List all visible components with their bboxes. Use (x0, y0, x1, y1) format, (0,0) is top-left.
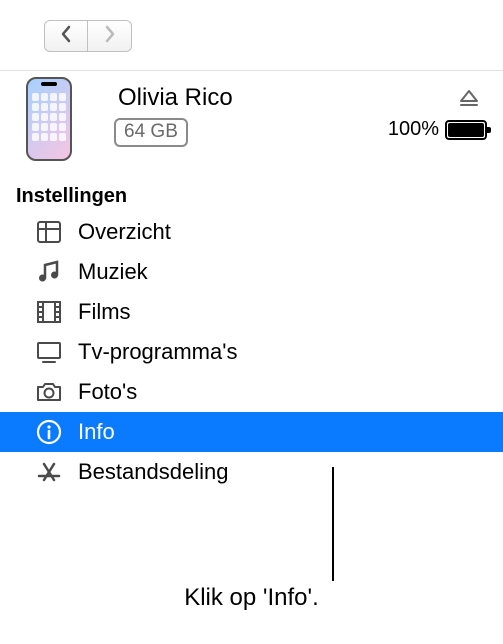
chevron-left-icon (60, 25, 72, 48)
music-icon (34, 257, 64, 287)
sidebar-item-films[interactable]: Films (0, 292, 503, 332)
appstore-icon (34, 457, 64, 487)
sidebar-item-photos[interactable]: Foto's (0, 372, 503, 412)
nav-forward-button[interactable] (88, 20, 132, 52)
sidebar-item-label: Muziek (78, 259, 148, 285)
chevron-right-icon (104, 25, 116, 48)
sidebar-item-overview[interactable]: Overzicht (0, 212, 503, 252)
nav-back-button[interactable] (44, 20, 88, 52)
battery-icon (445, 120, 487, 140)
callout-leader-line (332, 467, 334, 581)
sidebar-item-info[interactable]: Info (0, 412, 503, 452)
sidebar-item-label: Tv-programma's (78, 339, 237, 365)
info-icon (34, 417, 64, 447)
callout-text: Klik op 'Info'. (0, 584, 503, 612)
settings-header: Instellingen (16, 185, 503, 208)
device-thumbnail (26, 77, 72, 161)
film-icon (34, 297, 64, 327)
settings-list: Overzicht Muziek Films Tv-programma's (0, 212, 503, 492)
sidebar-item-label: Overzicht (78, 219, 171, 245)
device-name: Olivia Rico (118, 84, 233, 112)
camera-icon (34, 377, 64, 407)
sidebar-item-filesharing[interactable]: Bestandsdeling (0, 452, 503, 492)
eject-button[interactable] (457, 85, 481, 109)
sidebar-item-label: Films (78, 299, 131, 325)
sidebar-item-label: Bestandsdeling (78, 459, 228, 485)
device-capacity-badge: 64 GB (114, 118, 188, 147)
sidebar-item-music[interactable]: Muziek (0, 252, 503, 292)
sidebar-item-label: Info (78, 419, 115, 445)
list-icon (34, 217, 64, 247)
tv-icon (34, 337, 64, 367)
battery-percentage: 100% (388, 118, 439, 141)
sidebar-item-label: Foto's (78, 379, 137, 405)
sidebar-item-tv[interactable]: Tv-programma's (0, 332, 503, 372)
